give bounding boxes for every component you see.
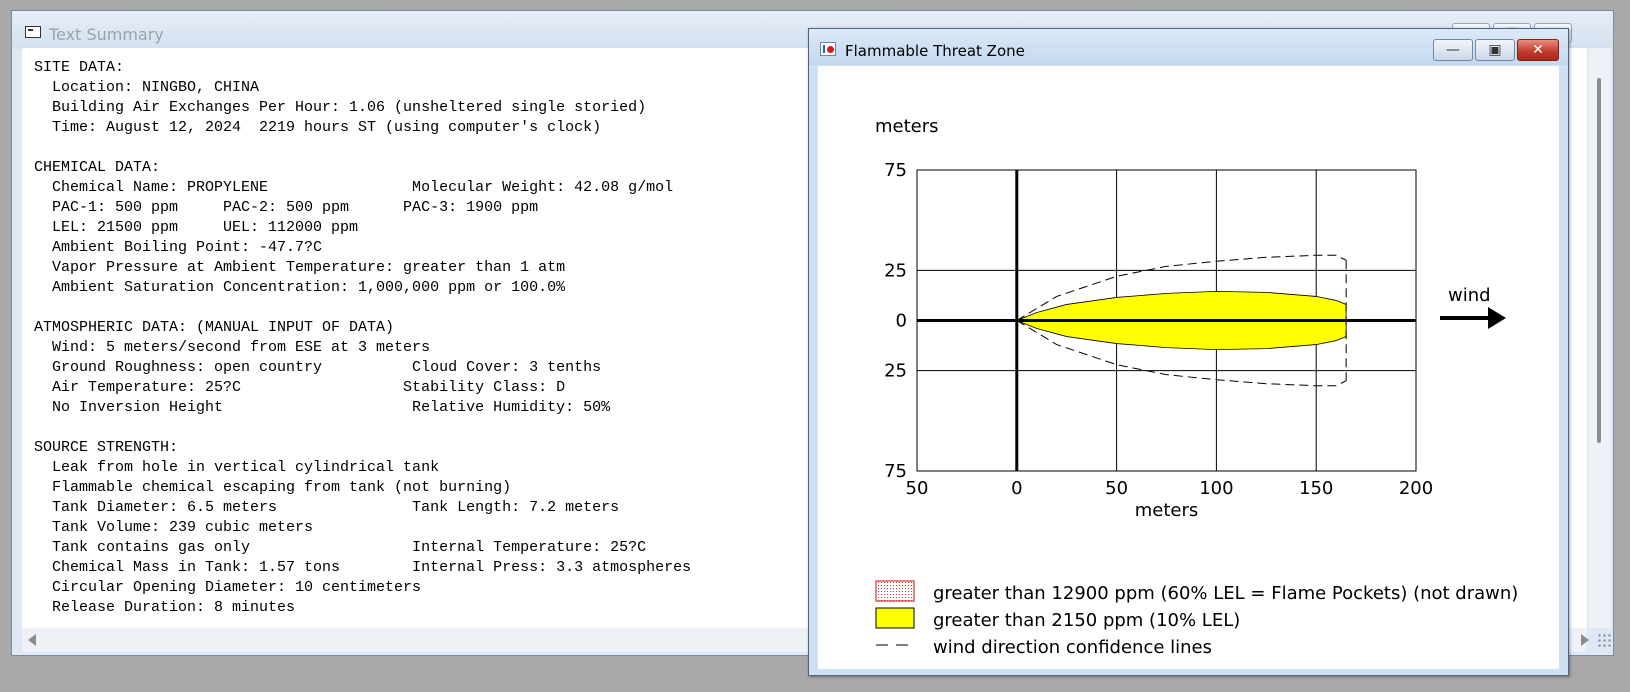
summary-line: Time: August 12, 2024 2219 hours ST (usi… [34, 119, 602, 136]
threat-zone-maximize-button[interactable]: ▣ [1475, 39, 1515, 61]
summary-line: Air Temperature: 25?C Stability Class: D [34, 379, 566, 396]
summary-line: Tank contains gas only Internal Temperat… [34, 539, 647, 556]
summary-line: Wind: 5 meters/second from ESE at 3 mete… [34, 339, 431, 356]
legend-label: greater than 12900 ppm (60% LEL = Flame … [933, 583, 1518, 604]
legend-label: wind direction confidence lines [933, 637, 1212, 658]
summary-line: PAC-1: 500 ppm PAC-2: 500 ppm PAC-3: 190… [34, 199, 539, 216]
wind-arrow-icon [1488, 307, 1506, 329]
summary-line: Location: NINGBO, CHINA [34, 79, 260, 96]
summary-line: LEL: 21500 ppm UEL: 112000 ppm [34, 219, 359, 236]
threat-zone-plot-area: 50 0 50 100 150 200 75 25 0 25 75 meters meters wind g… [818, 66, 1559, 669]
scroll-left-icon[interactable] [28, 634, 36, 646]
threat-zone-app-icon [820, 42, 836, 56]
summary-line: Vapor Pressure at Ambient Temperature: g… [34, 259, 566, 276]
wind-label: wind [1448, 285, 1491, 306]
legend-swatch-flame-pockets [875, 580, 915, 602]
x-tick-label: 150 [1299, 478, 1333, 499]
y-tick-label: 0 [896, 311, 907, 332]
threat-zone-titlebar[interactable]: Flammable Threat Zone — ▣ ✕ [809, 29, 1568, 65]
threat-zone-minimize-button[interactable]: — [1433, 39, 1473, 61]
resize-grip-icon[interactable] [1597, 633, 1611, 647]
summary-line: Flammable chemical escaping from tank (n… [34, 479, 512, 496]
vertical-scrollbar-thumb[interactable] [1597, 78, 1601, 443]
x-tick-label: 200 [1399, 478, 1433, 499]
text-summary-title: Text Summary [49, 25, 164, 44]
summary-line: Circular Opening Diameter: 10 centimeter… [34, 579, 422, 596]
threat-zone-window: Flammable Threat Zone — ▣ ✕ 50 0 50 100 150 2… [808, 28, 1569, 676]
y-tick-label: 75 [884, 160, 907, 181]
x-tick-label: 100 [1199, 478, 1233, 499]
y-tick-label: 75 [884, 461, 907, 482]
threat-zone-chart: 50 0 50 100 150 200 75 25 0 25 75 meters meters wind g… [875, 116, 1518, 658]
scroll-right-icon[interactable] [1581, 634, 1589, 646]
y-tick-label: 25 [884, 361, 907, 382]
section-heading: SOURCE STRENGTH: [34, 439, 179, 456]
section-heading: SITE DATA: [34, 59, 125, 76]
summary-line: Building Air Exchanges Per Hour: 1.06 (u… [34, 99, 647, 116]
threat-zone-title: Flammable Threat Zone [845, 42, 1025, 60]
summary-line: Leak from hole in vertical cylindrical t… [34, 459, 440, 476]
summary-line: Release Duration: 8 minutes [34, 599, 296, 616]
summary-line: Ground Roughness: open country Cloud Cov… [34, 359, 602, 376]
x-tick-label: 50 [906, 478, 929, 499]
summary-text: SITE DATA: Location: NINGBO, CHINA Build… [34, 58, 691, 618]
x-tick-label: 0 [1011, 478, 1022, 499]
summary-line: Chemical Name: PROPYLENE Molecular Weigh… [34, 179, 674, 196]
x-tick-label: 50 [1105, 478, 1128, 499]
summary-line: Chemical Mass in Tank: 1.57 tons Interna… [34, 559, 692, 576]
y-tick-label: 25 [884, 260, 907, 281]
summary-line: Ambient Boiling Point: -47.7?C [34, 239, 323, 256]
legend-swatch-yellow-zone [875, 607, 915, 629]
window-app-icon [25, 26, 41, 38]
threat-zone-close-button[interactable]: ✕ [1517, 39, 1559, 61]
y-axis-label: meters [875, 116, 939, 137]
section-heading: ATMOSPHERIC DATA: (MANUAL INPUT OF DATA) [34, 319, 395, 336]
summary-line: Tank Volume: 239 cubic meters [34, 519, 314, 536]
legend-label: greater than 2150 ppm (10% LEL) [933, 610, 1240, 631]
summary-line: Ambient Saturation Concentration: 1,000,… [34, 279, 566, 296]
vertical-scrollbar[interactable] [1589, 48, 1611, 628]
section-heading: CHEMICAL DATA: [34, 159, 161, 176]
summary-line: Tank Diameter: 6.5 meters Tank Length: 7… [34, 499, 620, 516]
summary-line: No Inversion Height Relative Humidity: 5… [34, 399, 611, 416]
x-axis-label: meters [1135, 500, 1199, 521]
